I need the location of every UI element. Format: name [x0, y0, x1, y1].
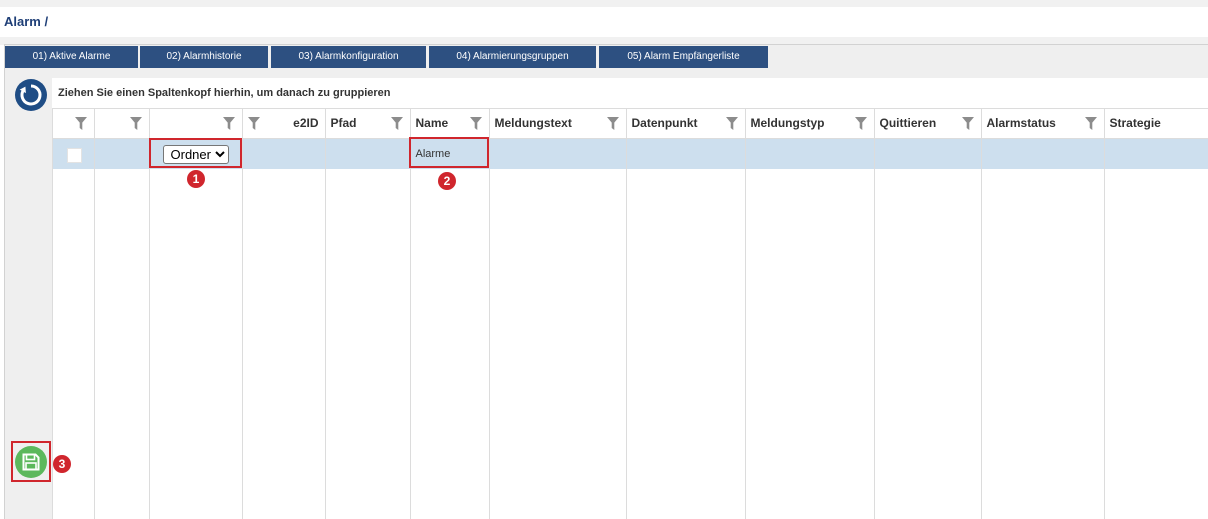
alarm-grid: e2ID Pfad Name Meldungstext Datenpunkt M…: [52, 108, 1208, 519]
refresh-icon[interactable]: [14, 78, 48, 112]
column-header-label: e2ID: [293, 116, 319, 130]
callout-badge-1: 1: [187, 170, 205, 188]
highlight-save-button: [11, 441, 51, 482]
table-cell[interactable]: [53, 138, 95, 169]
table-cell[interactable]: [489, 138, 627, 169]
table-cell[interactable]: [626, 138, 746, 169]
filter-icon[interactable]: [606, 117, 619, 130]
column-header-label: Strategie: [1109, 116, 1161, 130]
tab-alarmierungsgruppen[interactable]: 04) Alarmierungsgruppen: [429, 46, 596, 68]
column-header-quittieren[interactable]: Quittieren: [874, 108, 982, 139]
table-cell[interactable]: [325, 138, 411, 169]
column-header-label: Alarmstatus: [986, 116, 1056, 130]
highlight-type-select: [149, 138, 242, 168]
filter-icon[interactable]: [725, 117, 738, 130]
column-header-strategie[interactable]: Strategie: [1104, 108, 1208, 139]
callout-badge-3: 3: [53, 455, 71, 473]
callout-badge-2: 2: [438, 172, 456, 190]
filter-icon[interactable]: [74, 117, 87, 130]
column-header-label: Name: [415, 116, 449, 130]
table-cell[interactable]: [242, 138, 326, 169]
column-header-pfad[interactable]: Pfad: [325, 108, 411, 139]
row-checkbox[interactable]: [67, 148, 82, 163]
column-header-meldungstyp[interactable]: Meldungstyp: [745, 108, 875, 139]
filter-icon[interactable]: [390, 117, 403, 130]
table-cell[interactable]: [981, 138, 1105, 169]
group-panel[interactable]: Ziehen Sie einen Spaltenkopf hierhin, um…: [52, 78, 1208, 108]
filter-icon[interactable]: [222, 117, 235, 130]
breadcrumb[interactable]: Alarm /: [4, 14, 48, 29]
column-header-select[interactable]: [53, 108, 95, 139]
column-header-2[interactable]: [94, 108, 150, 139]
filter-icon[interactable]: [247, 117, 260, 130]
column-header-alarmstatus[interactable]: Alarmstatus: [981, 108, 1105, 139]
column-header-label: Meldungstext: [494, 116, 572, 130]
filter-icon[interactable]: [854, 117, 867, 130]
column-header-label: Pfad: [330, 116, 357, 130]
column-header-label: Quittieren: [879, 116, 937, 130]
filter-icon[interactable]: [129, 117, 142, 130]
tab-aktive-alarme[interactable]: 01) Aktive Alarme: [5, 46, 138, 68]
filter-icon[interactable]: [961, 117, 974, 130]
column-header-label: Datenpunkt: [631, 116, 698, 130]
tab-alarm-empfaengerliste[interactable]: 05) Alarm Empfängerliste: [599, 46, 768, 68]
table-cell[interactable]: [745, 138, 875, 169]
column-header-meldungstext[interactable]: Meldungstext: [489, 108, 627, 139]
table-cell[interactable]: [94, 138, 150, 169]
table-cell[interactable]: [1104, 138, 1208, 169]
column-header-name[interactable]: Name: [410, 108, 490, 139]
tab-alarmhistorie[interactable]: 02) Alarmhistorie: [140, 46, 268, 68]
top-strip: [0, 0, 1208, 7]
column-header-label: Meldungstyp: [750, 116, 825, 130]
highlight-name-cell: [409, 137, 489, 168]
filter-icon[interactable]: [1084, 117, 1097, 130]
filter-icon[interactable]: [469, 117, 482, 130]
alarm-table: e2ID Pfad Name Meldungstext Datenpunkt M…: [53, 108, 1208, 519]
column-header-type[interactable]: [149, 108, 243, 139]
tab-alarmkonfiguration[interactable]: 03) Alarmkonfiguration: [271, 46, 426, 68]
empty-grid-area: [53, 169, 1208, 519]
table-cell[interactable]: [874, 138, 982, 169]
column-header-e2id[interactable]: e2ID: [242, 108, 326, 139]
header-row: e2ID Pfad Name Meldungstext Datenpunkt M…: [53, 108, 1208, 139]
column-header-datenpunkt[interactable]: Datenpunkt: [626, 108, 746, 139]
